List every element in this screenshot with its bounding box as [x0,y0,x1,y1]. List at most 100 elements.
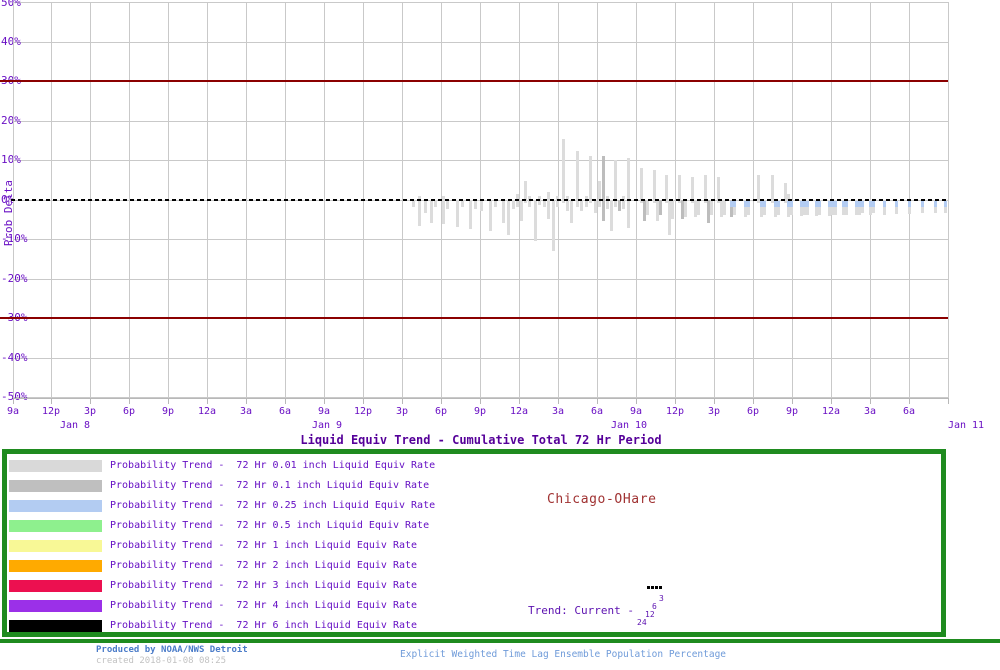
x-axis-tick-label: 3p [707,406,721,417]
x-axis-tick-label: 6a [902,406,916,417]
probability-delta-bar [494,200,497,207]
probability-delta-bar-blue-cap [895,201,898,207]
probability-delta-bar [480,200,483,211]
probability-delta-bar [606,196,609,209]
probability-delta-bar-blue-cap [934,201,937,207]
x-axis-tick-label: 12p [665,406,685,417]
probability-delta-bar [528,196,531,207]
y-axis-tick-label: -20% [1,272,28,285]
x-axis-line [13,398,948,399]
probability-delta-bar [534,200,537,241]
probability-delta-bar-blue-cap [872,201,875,207]
probability-delta-bar [512,200,515,209]
reference-line-30pct [0,317,948,319]
probability-delta-bar [430,200,433,223]
zero-line-dashed [11,199,948,201]
probability-delta-bar [552,200,555,251]
y-axis-tick-label: 40% [1,35,21,48]
day-label: Jan 9 [311,420,343,431]
reference-line-30pct [0,80,948,82]
probability-delta-bar [622,196,625,209]
x-axis-tick-label: 9p [161,406,175,417]
probability-delta-bar-blue-cap [806,201,809,207]
trend-dot-icon [651,586,654,589]
probability-delta-bar-blue-cap [883,201,886,207]
day-label: Jan 10 [610,420,648,431]
probability-delta-bar [646,200,649,215]
legend-item-label: Probability Trend - 72 Hr 0.1 inch Liqui… [110,480,430,491]
probability-delta-bar [461,200,464,207]
trend-dot-icon [647,586,650,589]
y-axis-tick-label: 50% [1,0,21,9]
trend-current-label: Trend: Current - [528,604,634,617]
x-axis-tick-label: 12a [821,406,841,417]
probability-delta-bar-blue-cap [747,201,750,207]
legend-item-label: Probability Trend - 72 Hr 0.25 inch Liqu… [110,500,436,511]
probability-delta-bar [610,200,613,231]
probability-delta-bar [640,168,643,203]
probability-delta-bar [602,156,605,221]
legend-swatch [9,600,102,612]
x-axis-tick-label: 6p [746,406,760,417]
station-label: Chicago-OHare [547,492,657,507]
x-axis-tick-label: 6p [434,406,448,417]
gridline-vertical [948,2,949,398]
probability-delta-bar-blue-cap [790,201,793,207]
legend-item-label: Probability Trend - 72 Hr 6 inch Liquid … [110,620,418,631]
probability-delta-bar [446,200,449,209]
day-label: Jan 8 [59,420,91,431]
legend-swatch [9,540,102,552]
x-axis-tick-label: 3p [395,406,409,417]
legend-item-label: Probability Trend - 72 Hr 4 inch Liquid … [110,600,418,611]
probability-delta-bar [520,200,523,221]
probability-delta-bar [474,200,477,209]
x-axis-tick-mark [948,398,949,404]
trend-dot-icon [659,586,662,589]
probability-delta-bar-blue-cap [845,201,848,207]
probability-delta-bar [543,200,546,207]
x-axis-tick-label: 9p [785,406,799,417]
y-axis-tick-label: 10% [1,153,21,166]
probability-delta-bar [659,200,662,215]
legend-box: Probability Trend - 72 Hr 0.01 inch Liqu… [2,449,946,637]
legend-swatch [9,560,102,572]
probability-delta-bar-blue-cap [861,201,864,207]
probability-delta-bar [434,200,437,207]
x-axis-tick-label: 12a [509,406,529,417]
x-axis-tick-label: 12p [41,406,61,417]
probability-delta-bar [585,196,588,207]
probability-delta-bar [456,200,459,227]
weather-probability-chart: 50% 40% 30% 20% 10% 0% -10% -20% -30% -40% -50% 9a 1… [0,0,1000,670]
x-axis-tick-label: 6p [122,406,136,417]
probability-delta-bar-blue-cap [818,201,821,207]
footer-created-timestamp: created 2018-01-08 08:25 [96,656,227,666]
x-axis-tick-label: 3a [863,406,877,417]
legend-swatch [9,460,102,472]
probability-delta-bar [570,200,573,223]
legend-item-label: Probability Trend - 72 Hr 2 inch Liquid … [110,560,418,571]
legend-item-label: Probability Trend - 72 Hr 3 inch Liquid … [110,580,418,591]
probability-delta-bar-blue-cap [921,201,924,207]
probability-delta-bar [412,200,415,207]
x-axis-tick-label: 3a [551,406,565,417]
y-axis-tick-label: -50% [1,390,28,403]
probability-delta-bar [710,200,713,215]
legend-swatch [9,500,102,512]
probability-delta-bar-blue-cap [733,201,736,207]
probability-delta-bar [589,156,592,203]
probability-delta-bar-blue-cap [834,201,837,207]
legend-swatch [9,480,102,492]
legend-swatch [9,620,102,632]
probability-delta-bar [618,200,621,211]
trend-hour-number: 24 [637,618,647,627]
probability-delta-bar [684,200,687,217]
probability-delta-bar [671,200,674,219]
probability-delta-bar [627,158,630,228]
x-axis-tick-label: 12p [353,406,373,417]
y-axis-label: Prob Delta [2,180,15,247]
legend-item-label: Probability Trend - 72 Hr 1 inch Liquid … [110,540,418,551]
probability-delta-bar [424,200,427,213]
probability-delta-bar [489,200,492,231]
x-axis-tick-label: 3p [83,406,97,417]
trend-dots-icon [647,574,663,593]
